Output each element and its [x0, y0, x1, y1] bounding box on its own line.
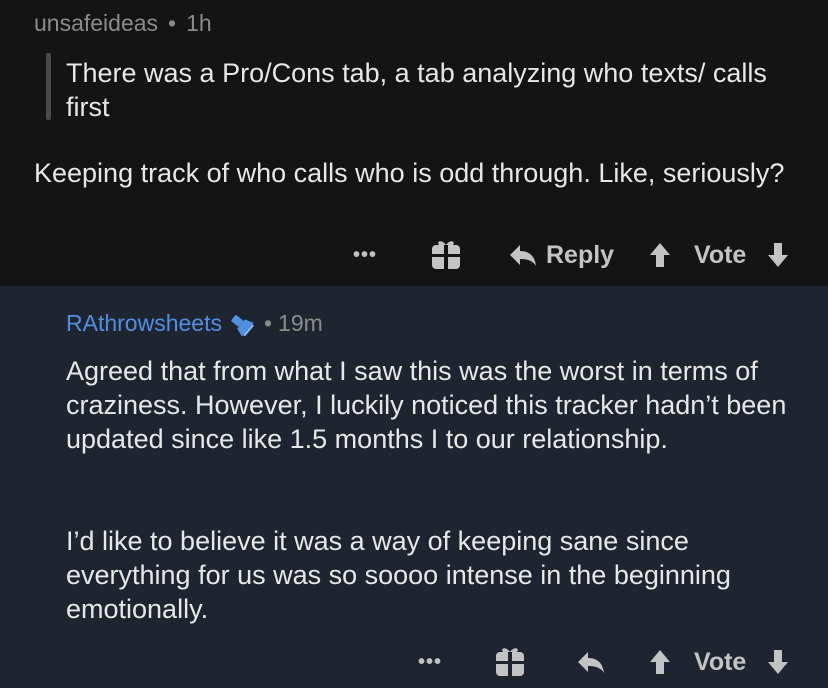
reply-arrow-icon — [576, 650, 606, 674]
vote-label: Vote — [694, 240, 747, 269]
comment-body-paragraph-1: Agreed that from what I saw this was the… — [66, 356, 787, 454]
award-button[interactable] — [494, 645, 526, 679]
comment-meta: RAthrowsheets • 19m — [66, 310, 323, 337]
comment-actions: ••• Reply Vote — [0, 238, 828, 272]
reply-arrow-icon — [508, 243, 538, 267]
meta-separator: • — [263, 310, 273, 336]
more-options-button[interactable]: ••• — [418, 645, 442, 679]
upvote-arrow-icon — [648, 648, 672, 676]
reply-button[interactable] — [576, 645, 606, 679]
downvote-arrow-icon — [766, 648, 790, 676]
upvote-arrow-icon — [648, 241, 672, 269]
vote-label: Vote — [694, 647, 747, 676]
comment-username[interactable]: RAthrowsheets — [66, 310, 222, 337]
more-options-button[interactable]: ••• — [353, 238, 377, 272]
flashlight-icon — [228, 312, 254, 336]
upvote-button[interactable] — [648, 645, 672, 679]
quoted-text: There was a Pro/Cons tab, a tab analyzin… — [66, 58, 767, 122]
comment-unsafeideas: unsafeideas • 1h There was a Pro/Cons ta… — [0, 0, 828, 286]
upvote-button[interactable] — [648, 238, 672, 272]
gift-icon — [430, 239, 462, 271]
meta-separator: • — [168, 10, 177, 36]
reply-button[interactable]: Reply — [508, 238, 614, 272]
comment-body-paragraph-2: I’d like to believe it was a way of keep… — [66, 526, 731, 624]
comment-timestamp: 19m — [278, 310, 323, 336]
comment-actions: ••• Vote — [0, 645, 828, 679]
quote-bar — [46, 53, 51, 120]
comment-rathrowsheets: RAthrowsheets • 19m Agreed that from wha… — [0, 286, 828, 688]
comment-meta: unsafeideas • 1h — [34, 10, 212, 37]
award-button[interactable] — [430, 238, 462, 272]
comment-timestamp: 1h — [186, 10, 212, 36]
reply-label: Reply — [546, 240, 615, 269]
gift-icon — [494, 646, 526, 678]
downvote-button[interactable] — [766, 238, 790, 272]
downvote-arrow-icon — [766, 241, 790, 269]
comment-body: Keeping track of who calls who is odd th… — [34, 158, 785, 188]
comment-username[interactable]: unsafeideas — [34, 10, 158, 37]
downvote-button[interactable] — [766, 645, 790, 679]
